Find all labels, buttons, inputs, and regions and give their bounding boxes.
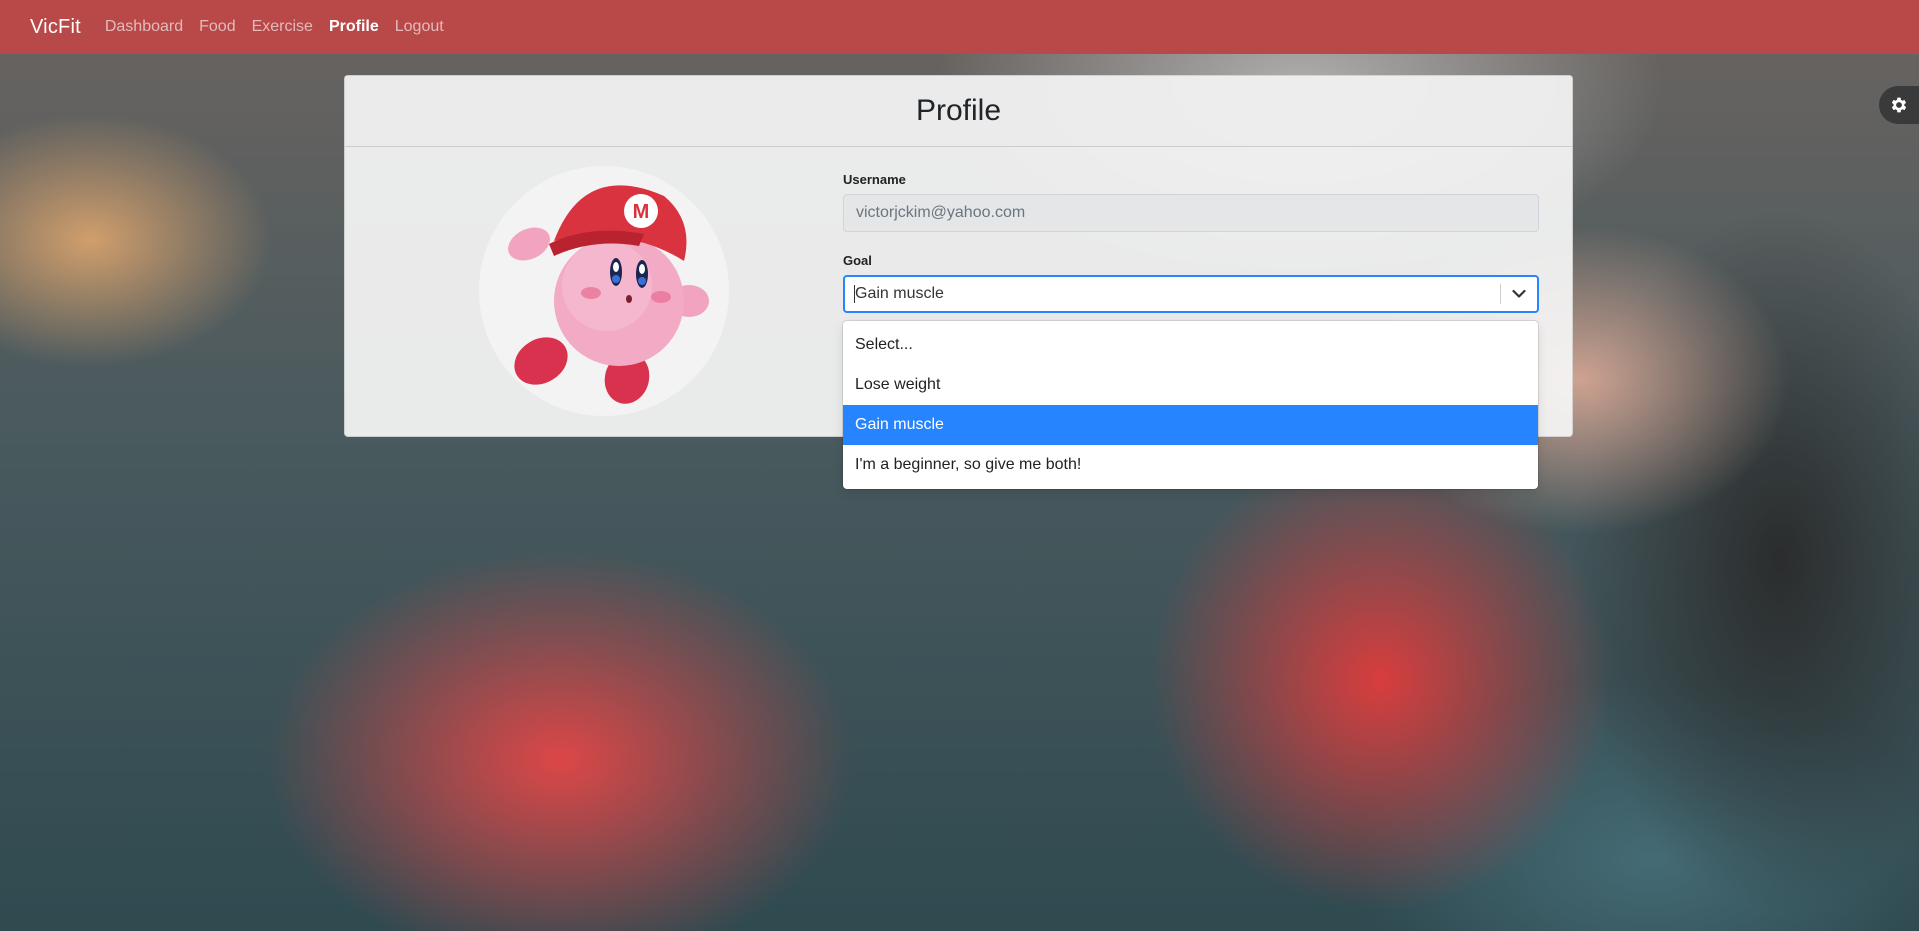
chevron-down-icon[interactable]	[1501, 277, 1537, 311]
gear-icon	[1891, 97, 1907, 113]
profile-card-header: Profile	[345, 76, 1572, 147]
nav-link-exercise[interactable]: Exercise	[252, 18, 313, 36]
goal-option-beginner-both[interactable]: I'm a beginner, so give me both!	[843, 445, 1538, 485]
nav-link-logout[interactable]: Logout	[395, 18, 444, 36]
goal-option-gain-muscle[interactable]: Gain muscle	[843, 405, 1538, 445]
settings-tab[interactable]	[1879, 86, 1919, 124]
kirby-avatar-icon: M	[479, 166, 729, 416]
nav-link-profile[interactable]: Profile	[329, 18, 379, 36]
brand-link[interactable]: VicFit	[30, 16, 81, 39]
goal-label: Goal	[843, 253, 872, 268]
navbar: VicFit Dashboard Food Exercise Profile L…	[0, 0, 1919, 54]
goal-options-menu: Select... Lose weight Gain muscle I'm a …	[843, 321, 1538, 489]
username-field	[843, 194, 1539, 232]
avatar: M	[479, 166, 729, 416]
goal-option-lose-weight[interactable]: Lose weight	[843, 365, 1538, 405]
goal-option-select[interactable]: Select...	[843, 325, 1538, 365]
nav-link-food[interactable]: Food	[199, 18, 235, 36]
page-title: Profile	[915, 94, 1002, 127]
nav-link-dashboard[interactable]: Dashboard	[105, 18, 183, 36]
svg-text:M: M	[633, 201, 650, 223]
goal-select[interactable]: Gain muscle	[843, 275, 1539, 313]
username-label: Username	[843, 172, 906, 187]
goal-selected-value: Gain muscle	[854, 285, 1500, 303]
